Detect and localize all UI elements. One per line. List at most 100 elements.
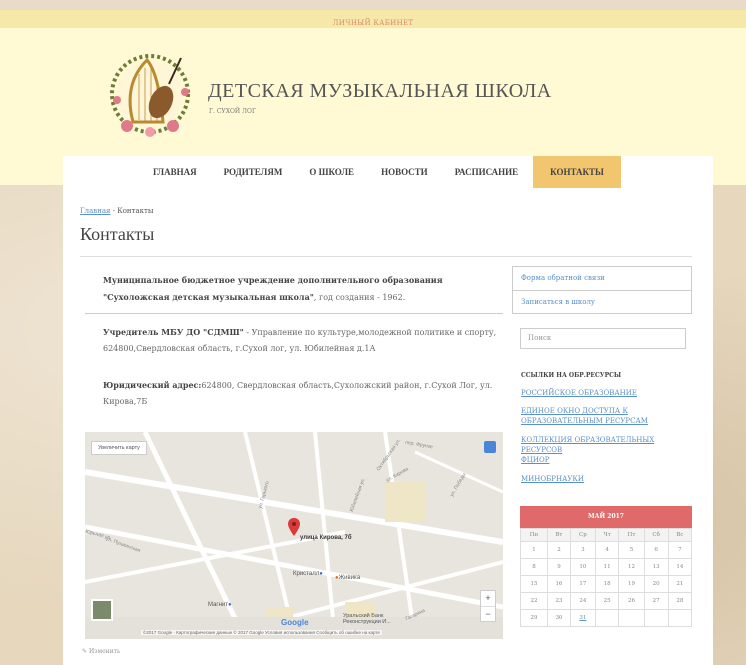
breadcrumb-home-link[interactable]: Главная	[80, 207, 110, 215]
location-marker-icon[interactable]	[288, 518, 300, 536]
edit-link-label: Изменить	[88, 648, 121, 655]
google-map[interactable]: Увеличить карту улица Кирова, 7б ул. Пуш…	[85, 432, 503, 639]
calendar-day: 13	[643, 558, 669, 576]
calendar-day: 11	[594, 558, 620, 576]
resource-link[interactable]: КОЛЛЕКЦИЯ ОБРАЗОВАТЕЛЬНЫХ РЕСУРСОВ	[521, 435, 691, 455]
calendar-day: 18	[594, 575, 620, 593]
breadcrumb: Главная - Контакты	[80, 207, 153, 215]
school-logo	[110, 54, 190, 137]
weekday-label: Сб	[643, 528, 669, 542]
calendar-week-row: 1234567	[520, 541, 693, 559]
top-bar: ЛИЧНЫЙ КАБИНЕТ	[0, 10, 746, 28]
calendar-day: 14	[667, 558, 693, 576]
nav-parents[interactable]: РОДИТЕЛЯМ	[212, 156, 295, 188]
resource-link[interactable]: ФЦИОР	[521, 455, 691, 465]
marker-label: улица Кирова, 7б	[300, 535, 352, 541]
street-view-icon[interactable]	[484, 441, 496, 453]
calendar-day: 28	[667, 592, 693, 610]
nav-news[interactable]: НОВОСТИ	[369, 156, 440, 188]
nav-about[interactable]: О ШКОЛЕ	[297, 156, 366, 188]
calendar-grid: Пн Вт Ср Чт Пт Сб Вс 1 2 3 4 5 6 7 8 9 10 11 12 13 14…	[520, 528, 693, 627]
calendar-day: 19	[618, 575, 645, 593]
calendar-widget: МАЙ 2017 Пн Вт Ср Чт Пт Сб Вс 1234567891…	[520, 506, 693, 627]
resource-link[interactable]: ЕДИНОЕ ОКНО ДОСТУПА К ОБРАЗОВАТЕЛЬНЫМ РЕ…	[521, 406, 691, 426]
calendar-day	[643, 609, 669, 627]
feedback-form-link[interactable]: Форма обратной связи	[513, 267, 691, 290]
place-label: Уральский Банк Реконструкции И...	[343, 613, 391, 625]
calendar-day: 10	[569, 558, 596, 576]
calendar-day: 7	[667, 541, 693, 559]
calendar-day: 23	[546, 592, 571, 610]
calendar-day: 2	[546, 541, 571, 559]
enroll-link[interactable]: Записаться в школу	[513, 290, 691, 313]
map-attribution: ©2017 Google · Картографические данные ©…	[141, 630, 382, 635]
zoom-out-button[interactable]: −	[481, 606, 495, 621]
calendar-day: 30	[546, 609, 571, 627]
enlarge-map-button[interactable]: Увеличить карту	[91, 441, 147, 455]
org-info: Муниципальное бюджетное учреждение допол…	[103, 272, 505, 306]
weekday-label: Пн	[520, 528, 548, 542]
calendar-week-row: 22 23 24 25 26 27 28	[520, 592, 693, 610]
site-subtitle: Г. СУХОЙ ЛОГ	[209, 108, 256, 115]
site-title: ДЕТСКАЯ МУЗЫКАЛЬНАЯ ШКОЛА	[208, 80, 552, 102]
place-label: Кристалл●	[293, 571, 323, 577]
calendar-week-row: 8 9 10 11 12 13 14	[520, 558, 693, 576]
weekday-label: Ср	[569, 528, 596, 542]
search-input[interactable]: Поиск	[520, 328, 686, 349]
calendar-week-row: 15 16 17 18 19 20 21	[520, 575, 693, 593]
zoom-controls: + −	[480, 590, 496, 622]
resource-link[interactable]: МИНОБРНАУКИ	[521, 474, 691, 484]
calendar-week-row: 29 30 31	[520, 609, 693, 627]
calendar-day: 29	[520, 609, 548, 627]
calendar-day: 8	[520, 558, 548, 576]
satellite-toggle[interactable]	[91, 599, 113, 621]
calendar-day: 24	[569, 592, 596, 610]
zoom-in-button[interactable]: +	[481, 591, 495, 606]
legal-address-label: Юридический адрес:	[103, 380, 202, 390]
edit-link[interactable]: ✎ Изменить	[82, 648, 120, 655]
nav-contacts[interactable]: КОНТАКТЫ	[533, 156, 621, 188]
calendar-day: 5	[618, 541, 645, 559]
resource-link[interactable]: РОССИЙСКОЕ ОБРАЗОВАНИЕ	[521, 388, 691, 398]
calendar-weekdays: Пн Вт Ср Чт Пт Сб Вс	[520, 528, 693, 542]
calendar-day: 9	[546, 558, 571, 576]
founder-label: Учредитель МБУ ДО "СДМШ"	[103, 327, 244, 337]
weekday-label: Пт	[618, 528, 645, 542]
calendar-day: 26	[618, 592, 645, 610]
calendar-day: 27	[643, 592, 669, 610]
place-label: ●Живика	[335, 575, 361, 581]
founder-info: Учредитель МБУ ДО "СДМШ" - Управление по…	[103, 324, 505, 357]
main-nav: ГЛАВНАЯ РОДИТЕЛЯМ О ШКОЛЕ НОВОСТИ РАСПИС…	[63, 156, 713, 188]
divider	[85, 313, 503, 314]
calendar-day: 22	[520, 592, 548, 610]
calendar-day: 1	[520, 541, 548, 559]
org-year: , год создания - 1962.	[313, 293, 406, 302]
calendar-day	[667, 609, 693, 627]
calendar-day: 25	[594, 592, 620, 610]
calendar-day: 12	[618, 558, 645, 576]
personal-cabinet-link[interactable]: ЛИЧНЫЙ КАБИНЕТ	[333, 19, 414, 27]
calendar-days: 1 2 3 4 5 6 7 8 9 10 11 12 13 14 15 16 17 18 19 20 21 22 23 24 2…	[520, 541, 693, 627]
calendar-day: 20	[643, 575, 669, 593]
calendar-day	[594, 609, 620, 627]
calendar-day: 3	[569, 541, 596, 559]
sidebar-links-box: Форма обратной связи Записаться в школу	[512, 266, 692, 314]
calendar-day: 6	[643, 541, 669, 559]
calendar-day: 4	[594, 541, 620, 559]
weekday-label: Чт	[594, 528, 620, 542]
calendar-month-title: МАЙ 2017	[520, 506, 692, 528]
place-label: Магнит●	[208, 602, 232, 608]
nav-home[interactable]: ГЛАВНАЯ	[141, 156, 209, 188]
shop-icon: ●	[228, 602, 232, 608]
google-logo: Google	[281, 618, 309, 627]
breadcrumb-current: Контакты	[117, 207, 154, 215]
calendar-day: 17	[569, 575, 596, 593]
calendar-day	[618, 609, 645, 627]
weekday-label: Вт	[546, 528, 571, 542]
calendar-day: 15	[520, 575, 548, 593]
calendar-day[interactable]: 31	[569, 609, 596, 627]
resources-heading: ССЫЛКИ НА ОБР.РЕСУРСЫ	[521, 372, 622, 379]
legal-address: Юридический адрес:624800, Свердловская о…	[103, 377, 505, 410]
nav-schedule[interactable]: РАСПИСАНИЕ	[443, 156, 530, 188]
title-divider	[80, 256, 692, 257]
